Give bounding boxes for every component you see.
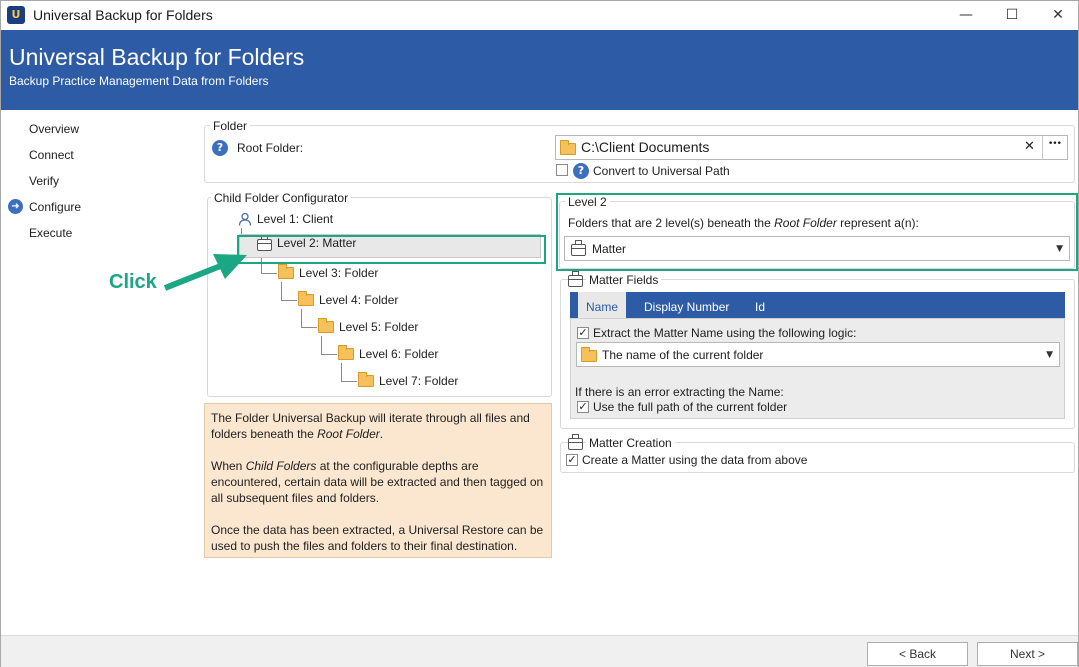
app-window: U Universal Backup for Folders — ☐ ✕ Uni… <box>0 0 1079 667</box>
tree-item-level-6[interactable]: Level 6: Folder <box>338 344 438 361</box>
info-paragraph-1: The Folder Universal Backup will iterate… <box>211 411 530 441</box>
extract-name-label: Extract the Matter Name using the follow… <box>593 326 857 340</box>
root-folder-value: C:\Client Documents <box>581 139 710 155</box>
child-config-label: Child Folder Configurator <box>211 191 352 205</box>
help-icon[interactable]: ? <box>212 140 228 156</box>
root-folder-label: Root Folder: <box>237 141 304 155</box>
header-banner: Universal Backup for Folders Backup Prac… <box>1 30 1078 110</box>
create-matter-label: Create a Matter using the data from abov… <box>582 453 808 467</box>
matter-fields-label: Matter Fields <box>586 273 662 287</box>
tab-id[interactable]: Id <box>747 292 773 318</box>
tree-connector <box>281 282 297 301</box>
page-subtitle: Backup Practice Management Data from Fol… <box>9 74 269 88</box>
nav-item-execute[interactable]: Execute <box>29 226 72 240</box>
folder-icon <box>560 140 576 155</box>
root-folder-input[interactable]: C:\Client Documents ✕ ••• <box>555 135 1068 160</box>
create-matter-checkbox[interactable]: ✓ <box>566 454 578 466</box>
child-folder-configurator: Child Folder Configurator Level 1: Clien… <box>207 191 552 397</box>
footer-bar: < Back Next > <box>1 635 1078 667</box>
nav-item-connect[interactable]: Connect <box>29 148 74 162</box>
minimize-button[interactable]: — <box>943 1 989 30</box>
close-button[interactable]: ✕ <box>1035 1 1079 30</box>
chevron-down-icon: ▼ <box>1046 350 1053 360</box>
nav-item-verify[interactable]: Verify <box>29 174 59 188</box>
maximize-button[interactable]: ☐ <box>989 1 1035 30</box>
folder-group: Folder ? Root Folder: C:\Client Document… <box>204 119 1075 183</box>
window-title: Universal Backup for Folders <box>33 7 213 23</box>
folder-icon <box>358 371 374 387</box>
tree-connector <box>341 363 357 382</box>
person-icon <box>238 212 252 226</box>
help-icon[interactable]: ? <box>573 163 589 179</box>
briefcase-icon <box>568 434 583 450</box>
matter-creation-label: Matter Creation <box>586 436 675 450</box>
matter-fields-panel: ✓ Extract the Matter Name using the foll… <box>570 318 1065 419</box>
clear-icon[interactable]: ✕ <box>1024 139 1035 154</box>
tab-name[interactable]: Name <box>578 292 627 318</box>
matter-fields-tabs: Name Display Number Id <box>570 292 1065 318</box>
folder-icon <box>278 263 294 279</box>
input-divider <box>1042 136 1043 159</box>
extract-name-checkbox[interactable]: ✓ <box>577 327 589 339</box>
folder-icon <box>318 317 334 333</box>
tree-connector <box>321 336 337 355</box>
tree-connector <box>301 309 317 328</box>
nav-item-overview[interactable]: Overview <box>29 122 79 136</box>
use-full-path-checkbox[interactable]: ✓ <box>577 401 589 413</box>
convert-path-label: Convert to Universal Path <box>593 164 730 178</box>
click-annotation: Click <box>109 271 157 293</box>
tree-item-level-1[interactable]: Level 1: Client <box>238 211 333 226</box>
sidebar-nav: Overview Connect Verify ➜ Configure Exec… <box>1 110 196 635</box>
tree-item-level-4[interactable]: Level 4: Folder <box>298 290 398 307</box>
next-button[interactable]: Next > <box>977 642 1078 666</box>
name-logic-value: The name of the current folder <box>602 348 764 362</box>
tree-item-level-5[interactable]: Level 5: Folder <box>318 317 418 334</box>
tree-item-level-3[interactable]: Level 3: Folder <box>278 263 378 280</box>
browse-button[interactable]: ••• <box>1048 139 1062 149</box>
use-full-path-label: Use the full path of the current folder <box>593 400 788 414</box>
nav-item-configure[interactable]: Configure <box>29 200 81 214</box>
name-logic-select[interactable]: The name of the current folder ▼ <box>576 342 1060 367</box>
level-2-highlight <box>237 235 546 264</box>
folder-group-label: Folder <box>210 119 251 133</box>
app-logo-icon: U <box>7 6 25 24</box>
page-title: Universal Backup for Folders <box>9 44 305 70</box>
error-label: If there is an error extracting the Name… <box>575 385 784 399</box>
briefcase-icon <box>568 271 583 287</box>
title-bar: U Universal Backup for Folders — ☐ ✕ <box>1 1 1078 30</box>
matter-creation-group: Matter Creation ✓ Create a Matter using … <box>560 434 1075 473</box>
tab-display-number[interactable]: Display Number <box>636 292 737 318</box>
info-paragraph-2: When Child Folders at the configurable d… <box>211 459 544 505</box>
info-panel: The Folder Universal Backup will iterate… <box>204 403 552 558</box>
current-step-arrow-icon: ➜ <box>8 199 23 214</box>
level-2-panel-highlight <box>556 193 1078 271</box>
click-arrow-icon <box>163 254 247 291</box>
tree-item-level-7[interactable]: Level 7: Folder <box>358 371 458 388</box>
folder-icon <box>338 344 354 360</box>
folder-icon <box>581 347 597 362</box>
back-button[interactable]: < Back <box>867 642 968 666</box>
folder-icon <box>298 290 314 306</box>
convert-path-checkbox[interactable] <box>556 164 568 176</box>
info-paragraph-3: Once the data has been extracted, a Univ… <box>211 523 544 553</box>
